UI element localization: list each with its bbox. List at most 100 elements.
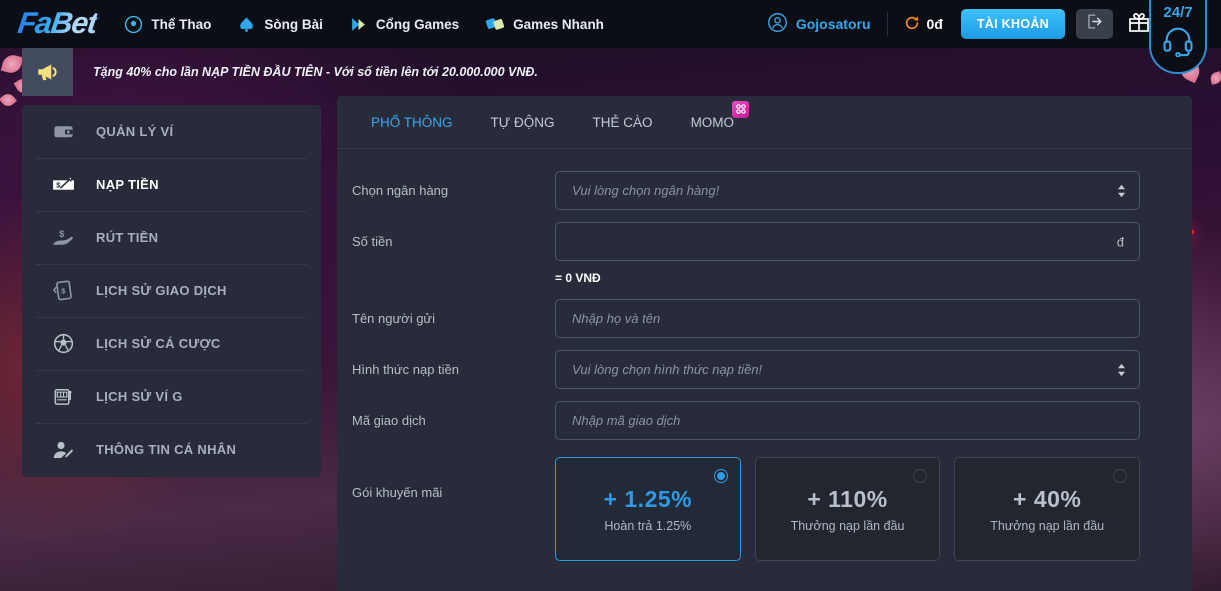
promo-description: Thưởng nạp lần đầu [790, 518, 905, 533]
spade-icon [237, 15, 256, 34]
withdraw-hand-icon: $ [50, 226, 76, 250]
user-edit-icon [50, 438, 76, 462]
amount-hint: = 0 VNĐ [555, 271, 601, 285]
gift-icon [1127, 10, 1151, 39]
field-row-sender-name: Tên người gửi [352, 299, 1140, 338]
logout-button[interactable] [1076, 9, 1113, 39]
slot-machine-icon [50, 385, 76, 408]
sidebar-item-lich-su-giao-dich[interactable]: $ LỊCH SỬ GIAO DỊCH [22, 264, 321, 317]
sidebar-item-nap-tien[interactable]: $ NẠP TIỀN [22, 158, 321, 211]
sidebar-item-label: QUẢN LÝ VÍ [96, 124, 174, 139]
sidebar-item-lich-su-ca-cuoc[interactable]: LỊCH SỬ CÁ CƯỢC [22, 317, 321, 370]
tab-the-cao[interactable]: THẺ CÀO [574, 96, 672, 149]
svg-text:$: $ [59, 229, 64, 239]
promo-option-40[interactable]: + 40% Thưởng nạp lần đầu [954, 457, 1141, 561]
tab-pho-thong[interactable]: PHỔ THÔNG [352, 96, 472, 149]
announcement-text: Tặng 40% cho lần NẠP TIỀN ĐẦU TIÊN - Với… [93, 65, 538, 79]
soccer-ball-icon [124, 15, 143, 34]
promo-options: + 1.25% Hoàn trả 1.25% + 110% Thưởng nạp… [555, 457, 1141, 561]
promo-amount: + 40% [1013, 485, 1082, 512]
megaphone-icon [22, 48, 73, 96]
promo-label: Gói khuyến mãi [352, 485, 443, 500]
main-navigation: Thể Thao Sòng Bài Cổng Games Games Nhanh [124, 14, 604, 34]
promo-description: Hoàn trả 1.25% [604, 518, 692, 533]
field-label: Số tiền [352, 234, 393, 249]
promo-option-cashback[interactable]: + 1.25% Hoàn trả 1.25% [555, 457, 741, 561]
tab-label: THẺ CÀO [592, 114, 653, 130]
nav-item-label: Games Nhanh [513, 16, 604, 32]
tab-label: TỰ ĐỘNG [490, 114, 555, 130]
radio-icon[interactable] [913, 469, 928, 483]
gift-button[interactable] [1127, 10, 1151, 39]
svg-text:$: $ [56, 181, 60, 190]
promo-description: Thưởng nạp lần đầu [990, 518, 1105, 533]
sidebar-item-label: LỊCH SỬ GIAO DỊCH [96, 283, 227, 298]
tab-momo[interactable]: MOMO [672, 96, 754, 149]
field-row-deposit-method: Hình thức nạp tiền [352, 350, 1140, 389]
tab-tu-dong[interactable]: TỰ ĐỘNG [472, 96, 574, 149]
tab-label: MOMO [690, 114, 735, 130]
logout-icon [1085, 12, 1104, 36]
sender-name-input[interactable] [555, 299, 1140, 338]
deposit-form: Chọn ngân hàng Số tiền đ [337, 149, 1192, 561]
balance-amount: 0đ [926, 16, 943, 32]
field-row-amount: Số tiền đ [352, 222, 1140, 261]
sidebar-item-lich-su-vi-g[interactable]: LỊCH SỬ VÍ G [22, 370, 321, 423]
sakura-petal-icon [0, 90, 18, 110]
account-sidebar: QUẢN LÝ VÍ $ NẠP TIỀN $ RÚT TIỀN $ LỊCH … [22, 105, 321, 477]
sidebar-item-label: NẠP TIỀN [96, 177, 159, 192]
nav-item-the-thao[interactable]: Thể Thao [124, 15, 211, 34]
header-divider [886, 12, 888, 36]
field-label: Tên người gửi [352, 311, 436, 326]
soccer-ball-icon [50, 332, 76, 355]
promo-amount: + 1.25% [603, 485, 693, 512]
svg-text:$: $ [61, 286, 66, 295]
transaction-history-icon: $ [50, 279, 76, 302]
transaction-code-input[interactable] [555, 401, 1140, 440]
nav-item-cong-games[interactable]: Cổng Games [349, 15, 459, 34]
momo-badge-icon [732, 100, 750, 118]
wallet-icon [50, 120, 76, 143]
site-logo[interactable]: FaBet [16, 7, 99, 41]
sidebar-item-label: THÔNG TIN CÁ NHÂN [96, 442, 237, 457]
amount-input[interactable] [555, 222, 1140, 261]
page-root: FaBet Thể Thao Sòng Bài Cổng Games Games… [0, 0, 1221, 591]
nav-item-song-bai[interactable]: Sòng Bài [237, 15, 323, 34]
promo-amount: + 110% [807, 485, 888, 512]
promo-option-110[interactable]: + 110% Thưởng nạp lần đầu [754, 457, 941, 561]
nav-item-games-nhanh[interactable]: Games Nhanh [485, 14, 604, 34]
play-triangle-icon [349, 15, 368, 34]
user-account-link[interactable]: Gojosatoru [767, 12, 871, 36]
announcement-bar: Tặng 40% cho lần NẠP TIỀN ĐẦU TIÊN - Với… [22, 48, 1221, 96]
support-247-button[interactable]: 24/7 [1149, 0, 1207, 74]
deposit-cash-icon: $ [50, 172, 76, 197]
user-circle-icon [767, 12, 788, 36]
bank-select[interactable] [555, 171, 1140, 210]
sakura-petal-icon [0, 52, 24, 76]
refresh-icon[interactable] [904, 15, 920, 34]
radio-icon[interactable] [1113, 469, 1128, 483]
account-button[interactable]: TÀI KHOẢN [960, 9, 1065, 39]
sidebar-item-label: LỊCH SỬ CÁ CƯỢC [96, 336, 221, 351]
deposit-method-tabs: PHỔ THÔNG TỰ ĐỘNG THẺ CÀO MOMO [337, 96, 1192, 149]
sidebar-item-quan-ly-vi[interactable]: QUẢN LÝ VÍ [22, 105, 321, 158]
field-label: Chọn ngân hàng [352, 183, 449, 198]
deposit-method-select[interactable] [555, 350, 1140, 389]
balance-display[interactable]: 0đ [904, 15, 943, 34]
sidebar-item-label: RÚT TIỀN [96, 230, 159, 245]
nav-item-label: Cổng Games [375, 16, 460, 32]
tab-label: PHỔ THÔNG [371, 114, 453, 130]
sidebar-item-rut-tien[interactable]: $ RÚT TIỀN [22, 211, 321, 264]
field-label: Hình thức nạp tiền [352, 362, 459, 377]
field-label: Mã giao dịch [352, 413, 426, 428]
amount-hint-row: = 0 VNĐ [352, 271, 1140, 285]
sidebar-item-thong-tin-ca-nhan[interactable]: THÔNG TIN CÁ NHÂN [22, 423, 321, 476]
deposit-panel: PHỔ THÔNG TỰ ĐỘNG THẺ CÀO MOMO Chọn ngân… [337, 96, 1192, 591]
username-label: Gojosatoru [795, 16, 871, 32]
radio-selected-icon[interactable] [713, 469, 728, 483]
field-row-transaction-code: Mã giao dịch [352, 401, 1140, 440]
field-row-bank: Chọn ngân hàng [352, 171, 1140, 210]
support-label: 24/7 [1163, 4, 1193, 21]
headset-icon [1161, 23, 1195, 62]
nav-item-label: Thể Thao [151, 16, 212, 32]
